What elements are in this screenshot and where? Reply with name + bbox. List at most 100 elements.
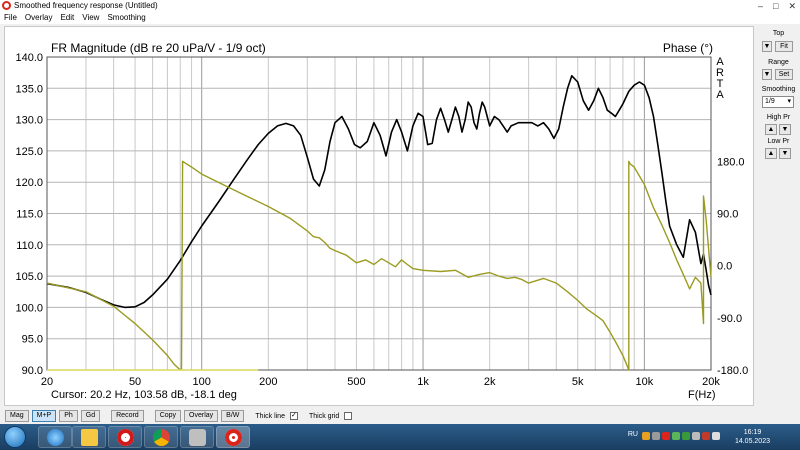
flag-icon[interactable] <box>702 432 710 440</box>
menu-smoothing[interactable]: Smoothing <box>107 12 145 24</box>
taskbar-ie[interactable] <box>38 426 72 448</box>
low-pr-label: Low Pr <box>767 138 790 145</box>
arta-icon <box>225 429 242 446</box>
x-tick-label: 2k <box>484 376 496 388</box>
warning-icon[interactable] <box>642 432 650 440</box>
x-tick-label: 5k <box>572 376 584 388</box>
clock-date: 14.05.2023 <box>734 438 770 445</box>
side-panel: Top ▼ Fit Range ▼ Set Smoothing 1/9 ▾ Hi… <box>757 26 800 406</box>
y-tick-label: 140.0 <box>15 52 43 64</box>
set-button[interactable]: Set <box>775 69 793 80</box>
y-tick-label: 110.0 <box>16 240 43 252</box>
y-tick-label: 90.0 <box>22 365 43 377</box>
range-down-button[interactable]: ▼ <box>762 69 772 80</box>
folder-icon <box>81 429 98 446</box>
phase-tick-label: 90.0 <box>717 209 738 221</box>
start-button[interactable] <box>4 426 26 448</box>
phase-button[interactable]: Ph <box>59 410 78 422</box>
thick-grid-checkbox[interactable] <box>344 412 353 420</box>
copy-button[interactable]: Copy <box>154 410 182 422</box>
opera-icon <box>117 429 134 446</box>
y-tick-label: 105.0 <box>15 271 43 283</box>
y-tick-label: 130.0 <box>15 115 43 127</box>
taskbar-explorer[interactable] <box>72 426 106 448</box>
frequency-response-plot[interactable]: 90.0 95.0 100.0 105.0 110.0 115.0 120.0 125.0 13… <box>4 26 754 406</box>
speaker-icon[interactable] <box>712 432 720 440</box>
phase-tick-label: 0.0 <box>717 261 732 273</box>
phase-tick-label: -90.0 <box>717 313 742 325</box>
phase-tick-label: 180.0 <box>717 156 745 168</box>
clock[interactable]: 16:19 14.05.2023 <box>735 428 770 446</box>
window-title: Smoothed frequency response (Untitled) <box>14 1 158 10</box>
display-icon[interactable] <box>692 432 700 440</box>
y-tick-label: 135.0 <box>15 83 43 95</box>
menu-view[interactable]: View <box>82 12 99 24</box>
x-axis-label: F(Hz) <box>688 389 716 401</box>
thick-grid-label: Thick grid <box>308 412 340 420</box>
thick-line-checkbox[interactable]: ✓ <box>289 412 298 420</box>
high-pr-up-button[interactable]: ▲ <box>765 124 777 135</box>
x-tick-label: 500 <box>347 376 365 388</box>
x-tick-label: 10k <box>635 376 653 388</box>
high-pr-label: High Pr <box>766 114 791 121</box>
taskbar-arta[interactable] <box>216 426 250 448</box>
smoothing-select[interactable]: 1/9 ▾ <box>762 96 794 108</box>
bottom-toolbar: Mag M+P Ph Gd Record Copy Overlay B/W Th… <box>0 408 800 424</box>
watermark-letter: A <box>716 89 724 101</box>
internet-explorer-icon <box>47 429 64 446</box>
tool-icon <box>189 429 206 446</box>
taskbar-opera[interactable] <box>108 426 142 448</box>
mag-button[interactable]: Mag <box>5 410 29 422</box>
mag-phase-button[interactable]: M+P <box>31 410 57 422</box>
y-tick-label: 115.0 <box>16 209 43 221</box>
record-button[interactable]: Record <box>111 410 144 422</box>
menu-overlay[interactable]: Overlay <box>25 12 53 24</box>
low-pr-down-button[interactable]: ▼ <box>779 148 791 159</box>
high-pr-down-button[interactable]: ▼ <box>779 124 791 135</box>
menu-file[interactable]: File <box>4 12 17 24</box>
y-tick-label: 95.0 <box>22 334 43 346</box>
opera-tray-icon[interactable] <box>662 432 670 440</box>
maximize-button[interactable]: □ <box>773 0 778 12</box>
arta-watermark: A R T A <box>715 57 725 101</box>
menu-bar: File Overlay Edit View Smoothing <box>0 12 800 24</box>
phase-axis-title: Phase (°) <box>662 41 713 55</box>
top-label: Top <box>772 30 785 37</box>
magnitude-curve <box>46 74 712 309</box>
windows-taskbar: RU 16:19 14.05.2023 <box>0 424 800 450</box>
clock-time: 16:19 <box>743 429 762 436</box>
range-label: Range <box>768 59 789 66</box>
group-delay-button[interactable]: Gd <box>80 410 101 422</box>
taskbar-tool[interactable] <box>180 426 214 448</box>
smoothing-label: Smoothing <box>761 86 796 93</box>
close-button[interactable]: ✕ <box>788 0 796 12</box>
low-pr-up-button[interactable]: ▲ <box>765 148 777 159</box>
y-tick-label: 100.0 <box>15 302 43 314</box>
language-indicator[interactable]: RU <box>628 431 638 438</box>
taskbar-chrome[interactable] <box>144 426 178 448</box>
chart-title: FR Magnitude (dB re 20 uPa/V - 1/9 oct) <box>51 41 266 55</box>
network-icon[interactable] <box>672 432 680 440</box>
x-tick-label: 50 <box>129 376 141 388</box>
y-tick-label: 125.0 <box>15 146 43 158</box>
volume-icon[interactable] <box>652 432 660 440</box>
thick-line-label: Thick line <box>255 412 285 420</box>
y-tick-label: 120.0 <box>15 177 43 189</box>
x-tick-label: 100 <box>193 376 211 388</box>
x-tick-label: 20 <box>41 376 53 388</box>
cursor-readout: Cursor: 20.2 Hz, 103.58 dB, -18.1 deg <box>51 389 237 401</box>
chart-canvas[interactable]: 90.0 95.0 100.0 105.0 110.0 115.0 120.0 125.0 13… <box>5 27 753 405</box>
fit-button[interactable]: Fit <box>775 41 793 52</box>
minimize-button[interactable]: – <box>758 0 763 12</box>
chrome-icon <box>153 429 170 446</box>
menu-edit[interactable]: Edit <box>60 12 74 24</box>
x-tick-label: 200 <box>259 376 277 388</box>
overlay-button[interactable]: Overlay <box>184 410 219 422</box>
x-tick-label: 1k <box>417 376 429 388</box>
title-bar: Smoothed frequency response (Untitled) –… <box>0 0 800 12</box>
bw-button[interactable]: B/W <box>221 410 245 422</box>
app-tray-icon[interactable] <box>682 432 690 440</box>
chevron-down-icon: ▾ <box>787 98 791 105</box>
x-tick-label: 20k <box>702 376 720 388</box>
top-down-button[interactable]: ▼ <box>762 41 772 52</box>
